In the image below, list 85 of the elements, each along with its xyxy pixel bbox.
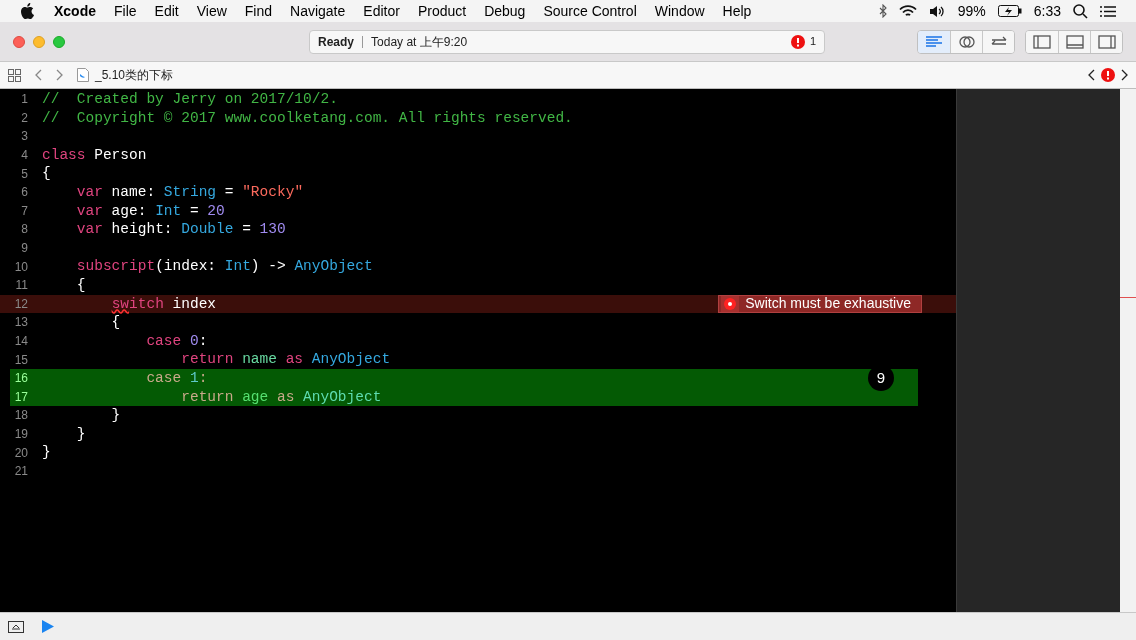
build-status: Ready bbox=[318, 33, 355, 51]
line-number: 9 bbox=[20, 240, 28, 258]
speaker-icon[interactable] bbox=[928, 4, 946, 18]
swift-file-icon bbox=[77, 68, 89, 82]
code-line: var height: Double = 130 bbox=[75, 220, 286, 239]
error-marker bbox=[1120, 297, 1136, 298]
bluetooth-icon[interactable] bbox=[878, 4, 887, 18]
line-number: 17 bbox=[13, 388, 28, 406]
left-panel-icon bbox=[1033, 34, 1051, 49]
code-line: case 1: bbox=[145, 368, 208, 388]
line-number: 18 bbox=[13, 407, 28, 425]
line-number: 3 bbox=[20, 128, 28, 146]
line-number: 10 bbox=[13, 258, 28, 276]
code-line: // Copyright © 2017 www.coolketang.com. All rights reserved. bbox=[42, 108, 573, 128]
app-menu[interactable]: Xcode bbox=[54, 0, 96, 22]
bottom-panel-icon bbox=[1065, 34, 1084, 49]
line-number: 8 bbox=[20, 221, 28, 239]
line-number: 14 bbox=[13, 333, 28, 350]
line-number: 2 bbox=[20, 109, 28, 127]
line-number: 20 bbox=[13, 444, 28, 462]
code-line: } bbox=[42, 443, 51, 462]
code-line: return name as AnyObject bbox=[180, 350, 391, 369]
battery-percent: 99% bbox=[957, 1, 986, 21]
issue-count[interactable]: 1 bbox=[809, 33, 816, 50]
menu-item[interactable]: Editor bbox=[363, 0, 400, 22]
error-icon bbox=[1101, 68, 1115, 82]
line-number: 11 bbox=[14, 277, 28, 295]
menu-item[interactable]: Find bbox=[244, 0, 273, 22]
list-icon[interactable] bbox=[1100, 4, 1116, 18]
line-number: 6 bbox=[20, 184, 28, 202]
menu-item[interactable]: File bbox=[114, 0, 137, 22]
close-button[interactable] bbox=[13, 35, 25, 48]
panel-toggle-button[interactable] bbox=[1090, 30, 1122, 53]
line-number: 1 bbox=[20, 91, 28, 109]
code-line: } bbox=[110, 406, 121, 425]
line-number: 7 bbox=[20, 202, 28, 220]
menu-item[interactable]: Source Control bbox=[543, 0, 637, 22]
play-icon[interactable] bbox=[42, 620, 54, 633]
editor-mode-button[interactable] bbox=[982, 30, 1014, 53]
menu-item[interactable]: Product bbox=[417, 0, 467, 22]
code-line: var age: Int = 20 bbox=[75, 201, 225, 221]
line-number: 12 bbox=[13, 295, 28, 313]
line-number: 16 bbox=[13, 370, 28, 388]
previous-issue-icon[interactable] bbox=[1088, 69, 1095, 81]
menu-item[interactable]: Help bbox=[722, 0, 752, 22]
line-number: 15 bbox=[13, 351, 28, 369]
line-number: 5 bbox=[20, 165, 28, 183]
menu-item[interactable]: Window bbox=[654, 0, 705, 22]
overlapping-circles-icon bbox=[957, 34, 976, 49]
right-panel-icon bbox=[1097, 34, 1116, 49]
line-number: 13 bbox=[13, 314, 28, 332]
next-issue-icon[interactable] bbox=[1121, 69, 1128, 81]
file-name[interactable]: _5.10类的下标 bbox=[95, 66, 174, 84]
error-icon bbox=[721, 295, 740, 312]
lines-icon bbox=[925, 34, 943, 49]
code-line: // Created by Jerry on 2017/10/2. bbox=[42, 90, 338, 109]
clock[interactable]: 6:33 bbox=[1033, 0, 1061, 22]
battery-charging-icon[interactable] bbox=[997, 5, 1022, 17]
apple-logo-icon[interactable] bbox=[20, 3, 34, 19]
forward-chevron-icon[interactable] bbox=[56, 69, 63, 81]
code-line: class Person bbox=[42, 145, 147, 165]
code-line: { bbox=[75, 275, 86, 295]
menu-item[interactable]: Debug bbox=[484, 0, 526, 22]
code-line: { bbox=[110, 313, 121, 332]
grid-icon[interactable] bbox=[8, 68, 21, 82]
show-debug-area-icon[interactable] bbox=[8, 620, 24, 633]
error-message[interactable]: Switch must be exhaustive bbox=[718, 294, 922, 313]
code-line: } bbox=[75, 424, 86, 444]
code-line: var name: String = "Rocky" bbox=[75, 182, 304, 202]
line-number: 21 bbox=[13, 463, 28, 481]
code-line: return age as AnyObject bbox=[180, 387, 382, 407]
back-chevron-icon[interactable] bbox=[35, 69, 42, 81]
error-icon bbox=[790, 34, 805, 49]
code-line: switch index bbox=[110, 294, 217, 314]
menu-item[interactable]: Edit bbox=[154, 0, 179, 22]
wifi-icon[interactable] bbox=[898, 4, 917, 18]
line-number: 4 bbox=[20, 147, 28, 165]
search-icon[interactable] bbox=[1073, 3, 1088, 19]
code-line: subscript(index: Int) -> AnyObject bbox=[75, 257, 373, 276]
activity-time: Today at 上午9:20 bbox=[371, 33, 468, 51]
code-line: case 0: bbox=[145, 331, 208, 351]
line-number: 19 bbox=[13, 426, 28, 443]
menu-item[interactable]: Navigate bbox=[290, 0, 346, 22]
code-line: { bbox=[42, 164, 51, 183]
menu-item[interactable]: View bbox=[196, 0, 227, 22]
